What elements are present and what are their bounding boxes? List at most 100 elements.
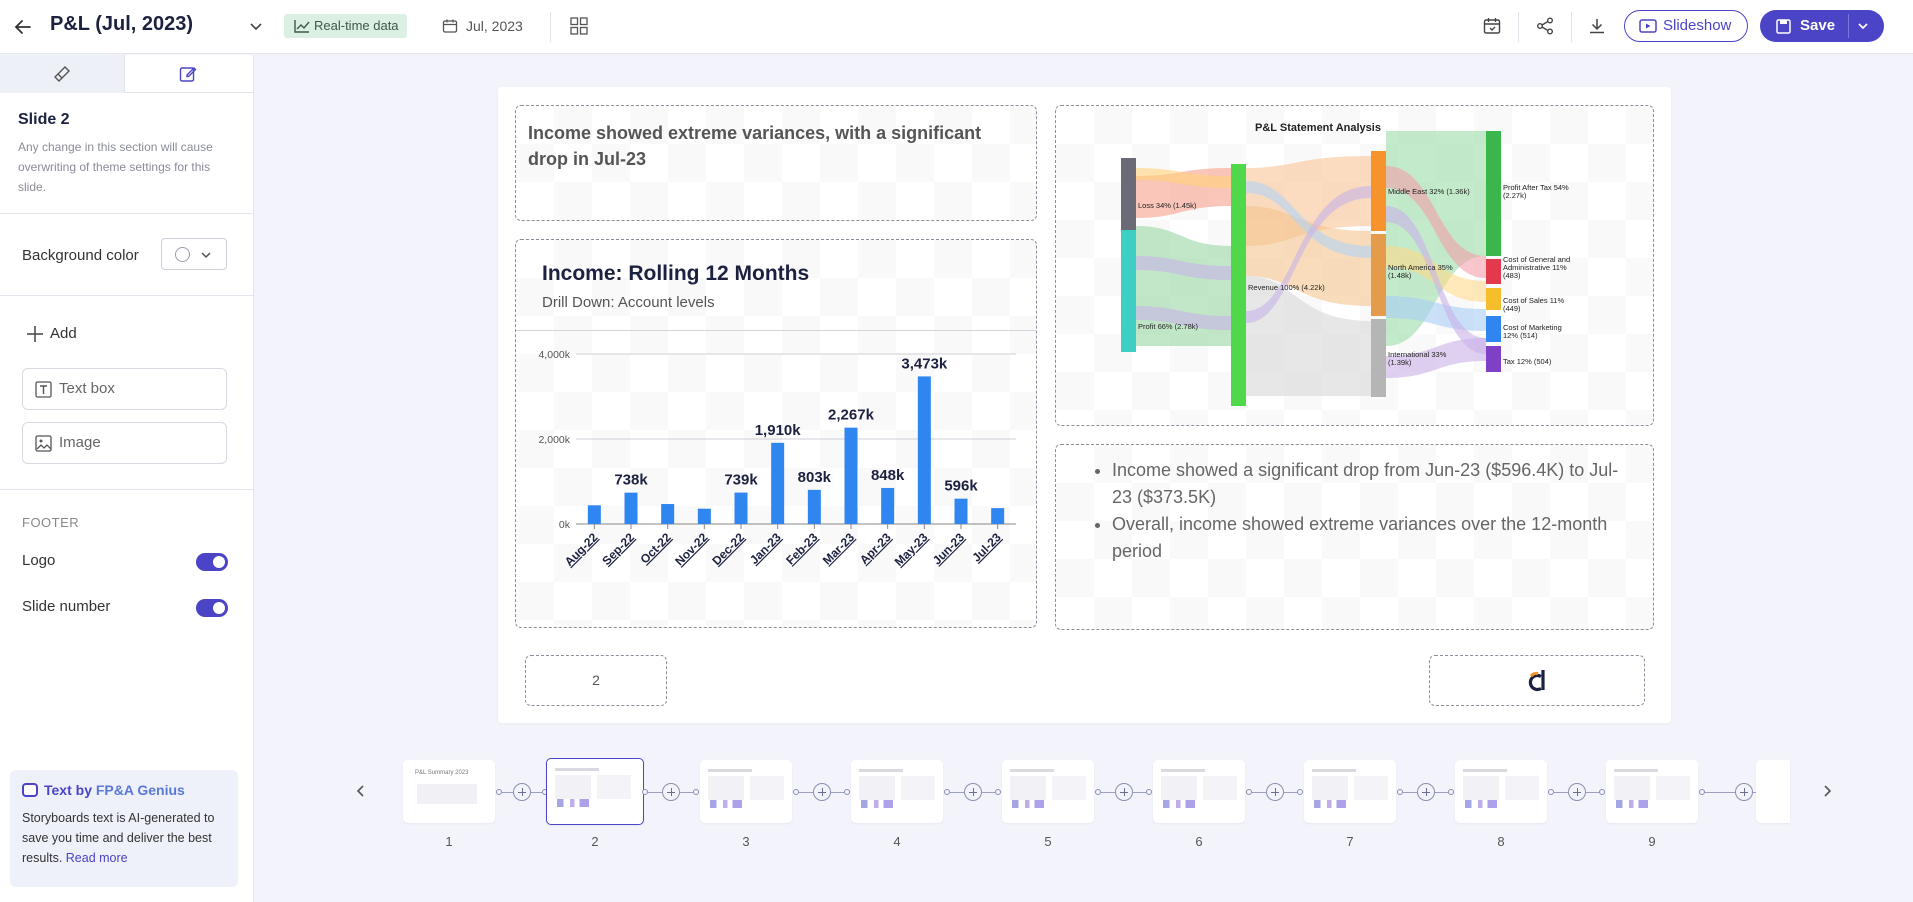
connector-line bbox=[950, 792, 964, 793]
share-icon[interactable] bbox=[1535, 16, 1555, 36]
x-tick-label: Oct-22 bbox=[637, 530, 674, 567]
genius-brand: FP&A Genius bbox=[95, 782, 185, 798]
thumbnail-content bbox=[1314, 800, 1346, 808]
insights-text-box[interactable]: Income showed a significant drop from Ju… bbox=[1055, 444, 1654, 630]
edit-icon bbox=[179, 67, 197, 82]
add-slide-plus-icon[interactable] bbox=[1567, 783, 1586, 801]
add-image-button[interactable]: Image bbox=[22, 422, 227, 464]
add-slide-plus-icon[interactable] bbox=[812, 783, 831, 801]
connector-line bbox=[1101, 792, 1115, 793]
schedule-calendar-icon[interactable] bbox=[1482, 16, 1502, 36]
slideshow-button[interactable]: Slideshow bbox=[1624, 10, 1748, 42]
chevron-left-icon[interactable] bbox=[354, 784, 368, 798]
genius-title-prefix: Text by bbox=[44, 782, 96, 798]
slide-thumbnail[interactable] bbox=[546, 758, 644, 825]
x-tick-label: Apr-23 bbox=[857, 530, 894, 567]
x-tick-label: Jan-23 bbox=[747, 530, 784, 567]
sankey-chart-widget[interactable]: P&L Statement Analysis Loss 34% (1.45k) Pr… bbox=[1055, 105, 1654, 426]
bar bbox=[697, 508, 711, 524]
sankey-node bbox=[1371, 151, 1386, 231]
thumbnail-content bbox=[1203, 776, 1237, 800]
income-chart-widget[interactable]: Income: Rolling 12 Months Drill Down: Ac… bbox=[515, 239, 1037, 628]
chevron-down-icon[interactable] bbox=[1856, 19, 1870, 33]
sankey-node bbox=[1371, 234, 1386, 316]
add-slide-plus-icon[interactable] bbox=[1114, 783, 1133, 801]
add-text-box-button[interactable]: Text box bbox=[22, 368, 227, 410]
slide-number-toggle[interactable] bbox=[196, 599, 228, 617]
sidebar-tabs bbox=[0, 55, 254, 93]
download-icon[interactable] bbox=[1587, 16, 1607, 36]
back-arrow-icon[interactable] bbox=[12, 16, 34, 38]
slide-thumbnail[interactable] bbox=[1606, 760, 1698, 823]
bar bbox=[807, 489, 821, 524]
logo-box[interactable] bbox=[1429, 655, 1645, 706]
thumbnail-content bbox=[1614, 769, 1658, 772]
slide-thumbnail[interactable] bbox=[1002, 760, 1094, 823]
thumbnail-content bbox=[1012, 800, 1044, 808]
connector-line bbox=[1554, 792, 1568, 793]
slide-thumbnail-partial[interactable] bbox=[1756, 760, 1790, 823]
divider bbox=[550, 12, 551, 42]
slide-number-label: 9 bbox=[1648, 834, 1656, 849]
thumbnail-content bbox=[417, 784, 477, 804]
sankey-node-label: Revenue 100% (4.22k) bbox=[1248, 283, 1325, 292]
thumbnail-content bbox=[1010, 776, 1046, 800]
bar bbox=[624, 492, 638, 524]
ai-chip-icon bbox=[22, 783, 38, 797]
chart-subtitle: Drill Down: Account levels bbox=[542, 294, 715, 311]
slide-thumbnail[interactable] bbox=[851, 760, 943, 823]
report-title: P&L (Jul, 2023) bbox=[50, 13, 194, 35]
thumbnail-content bbox=[710, 800, 742, 808]
thumbnail-content bbox=[1354, 776, 1388, 800]
chevron-right-icon[interactable] bbox=[1820, 784, 1834, 798]
add-slide-plus-icon[interactable] bbox=[661, 783, 680, 801]
text-box-label: Text box bbox=[59, 380, 115, 397]
slide-thumbnail[interactable] bbox=[1455, 760, 1547, 823]
plus-icon bbox=[27, 326, 43, 342]
slide-number-box[interactable]: 2 bbox=[525, 655, 667, 706]
add-slide-plus-icon[interactable] bbox=[1735, 783, 1753, 801]
chart-title: Income: Rolling 12 Months bbox=[542, 262, 810, 285]
slide-thumbnail[interactable]: P&L Summary 2023 bbox=[403, 760, 495, 823]
data-label: 3,473k bbox=[901, 355, 948, 372]
slide-headline[interactable]: Income showed extreme variances, with a … bbox=[515, 105, 1037, 221]
data-label: 1,910k bbox=[755, 422, 802, 439]
add-slide-plus-icon[interactable] bbox=[963, 783, 982, 801]
thumbnail-content bbox=[1616, 800, 1648, 808]
add-slide-plus-icon[interactable] bbox=[1416, 783, 1435, 801]
connector-dot bbox=[1297, 789, 1303, 795]
add-slide-plus-icon[interactable] bbox=[513, 783, 531, 801]
thumbnail-content bbox=[750, 776, 784, 800]
slide-thumbnail[interactable] bbox=[1304, 760, 1396, 823]
read-more-link[interactable]: Read more bbox=[66, 851, 128, 865]
thumbnail-title: P&L Summary 2023 bbox=[415, 770, 469, 776]
slide-canvas: Income showed extreme variances, with a … bbox=[498, 87, 1671, 723]
divider bbox=[516, 330, 1036, 331]
realtime-data-label: Real-time data bbox=[314, 18, 399, 33]
top-bar: P&L (Jul, 2023) Real-time data Jul, 2023… bbox=[0, 0, 1913, 54]
sankey-node bbox=[1486, 346, 1501, 372]
period-selector[interactable]: Jul, 2023 bbox=[442, 14, 523, 38]
slide-note: Any change in this section will cause ov… bbox=[18, 140, 213, 194]
connector-line bbox=[981, 792, 995, 793]
slide-thumbnail[interactable] bbox=[1153, 760, 1245, 823]
background-color-picker[interactable] bbox=[161, 238, 227, 270]
connector-line bbox=[502, 792, 513, 793]
save-button[interactable]: Save bbox=[1760, 10, 1884, 42]
connector-dot bbox=[1599, 789, 1605, 795]
x-tick-label: May-23 bbox=[892, 530, 931, 569]
slide-thumbnail[interactable] bbox=[700, 760, 792, 823]
add-slide-plus-icon[interactable] bbox=[1265, 783, 1284, 801]
add-element-header: Add bbox=[26, 325, 77, 342]
tab-design[interactable] bbox=[0, 55, 125, 93]
grid-view-icon[interactable] bbox=[570, 17, 588, 35]
divider bbox=[0, 213, 254, 214]
slide-number-label: 7 bbox=[1346, 834, 1354, 849]
period-label: Jul, 2023 bbox=[466, 18, 523, 34]
y-tick-label: 2,000k bbox=[538, 434, 570, 446]
chevron-down-icon[interactable] bbox=[248, 18, 264, 34]
tab-edit[interactable] bbox=[126, 55, 251, 93]
logo-toggle[interactable] bbox=[196, 553, 228, 571]
thumbnail-content bbox=[708, 769, 752, 772]
color-swatch bbox=[175, 247, 190, 262]
